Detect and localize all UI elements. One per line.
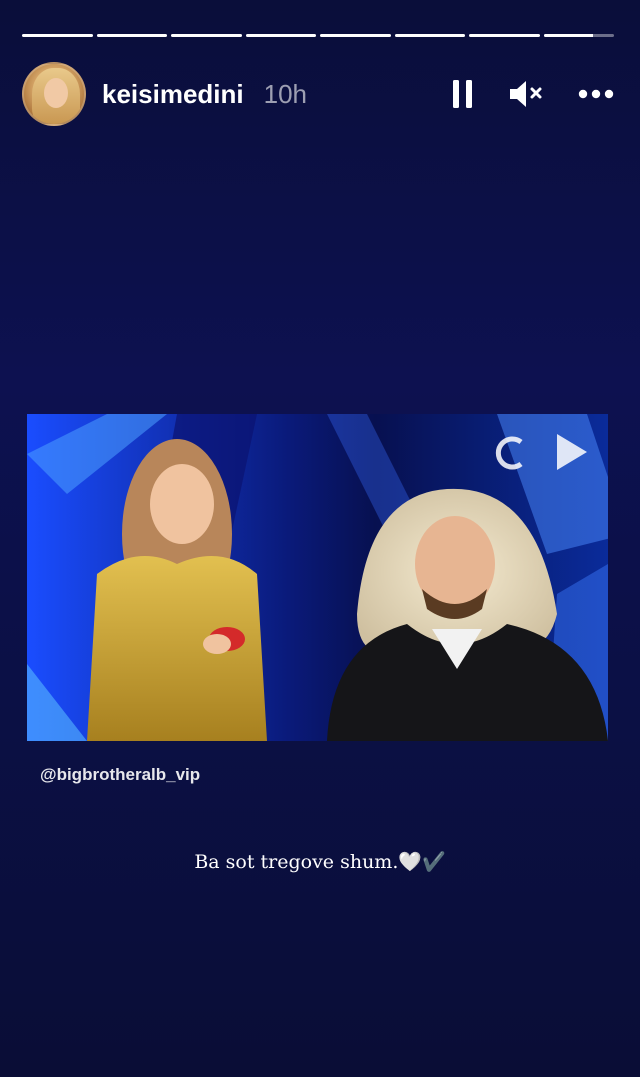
story-progress-segment xyxy=(96,34,167,37)
story-progress-segment xyxy=(245,34,316,37)
avatar[interactable] xyxy=(22,62,86,126)
muted-speaker-icon xyxy=(510,81,542,107)
story-progress-segment xyxy=(394,34,465,37)
story-progress-segment xyxy=(469,34,540,37)
story-media-video-frame[interactable] xyxy=(27,414,608,741)
mention-tag[interactable]: @bigbrotheralb_vip xyxy=(40,765,200,785)
story-progress-segment xyxy=(320,34,391,37)
mute-button[interactable] xyxy=(508,78,544,110)
more-options-button[interactable] xyxy=(578,89,614,99)
tv-still-image xyxy=(27,414,608,741)
pause-icon xyxy=(453,80,472,108)
story-progress-segment xyxy=(543,34,614,37)
story-controls xyxy=(452,78,614,110)
story-progress-segment xyxy=(22,34,93,37)
timestamp: 10h xyxy=(263,78,308,109)
story-progress-bar xyxy=(22,34,614,37)
story-text-overlay: Ba sot tregove shum.🤍✔️ xyxy=(194,851,446,873)
username[interactable]: keisimedini xyxy=(102,79,244,110)
story-progress-segment xyxy=(171,34,242,37)
story-header: keisimedini 10h xyxy=(22,62,618,126)
pause-button[interactable] xyxy=(452,79,474,109)
more-options-icon xyxy=(578,89,614,99)
